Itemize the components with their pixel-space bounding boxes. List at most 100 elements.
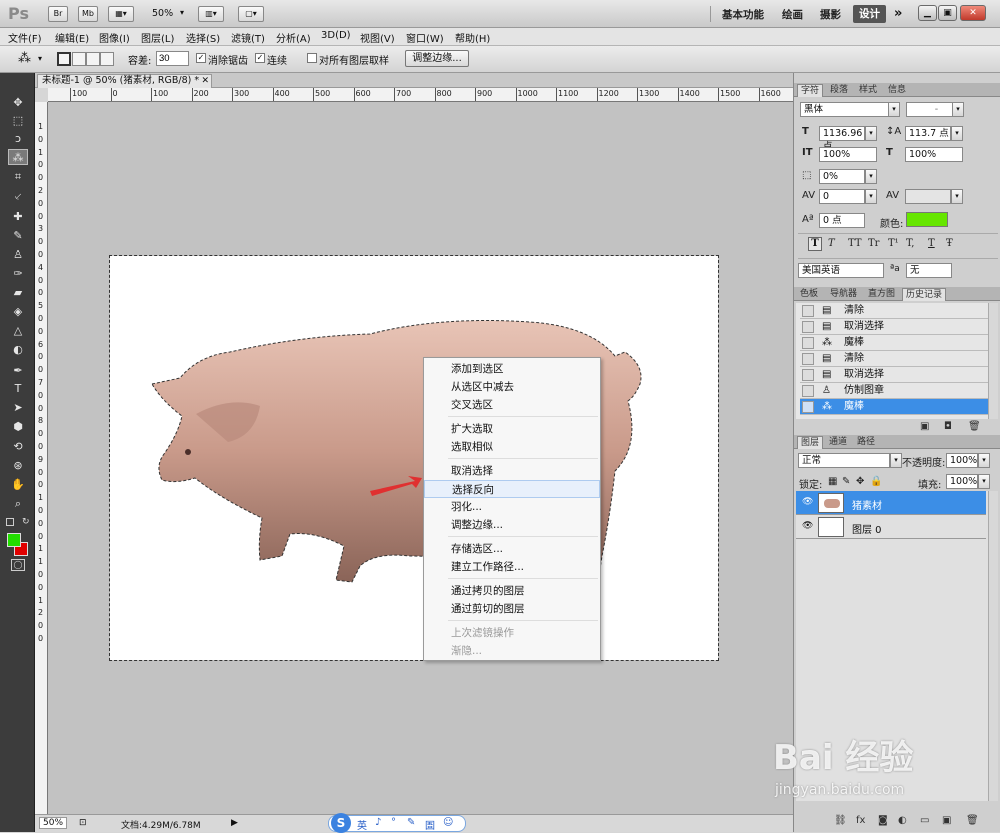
font-family-select[interactable]: 黑体 [800, 102, 893, 117]
history-item[interactable]: ▤ 取消选择 [800, 319, 988, 335]
chevron-down-icon[interactable]: ▾ [978, 474, 990, 489]
snapshot-checkbox[interactable] [802, 385, 814, 397]
lasso-tool-icon[interactable]: ↄ [8, 131, 28, 147]
chevron-down-icon[interactable]: ▾ [951, 189, 963, 204]
shape-tool-icon[interactable]: ⬢ [8, 419, 28, 435]
menu-edit[interactable]: 编辑(E) [55, 30, 89, 45]
faux-bold-button[interactable]: T [808, 237, 822, 251]
font-size-input[interactable]: 1136.96 点 [819, 126, 865, 152]
menu-item-select-inverse[interactable]: 选择反向 [424, 480, 600, 498]
chevron-down-icon[interactable]: ▾ [865, 189, 877, 204]
close-document-icon[interactable]: ✕ [201, 75, 209, 87]
tab-histogram[interactable]: 直方图 [865, 288, 898, 301]
lock-position-icon[interactable]: ✥ [856, 476, 864, 487]
new-selection-mode-icon[interactable] [57, 52, 71, 66]
history-item[interactable]: ▤ 清除 [800, 351, 988, 367]
menu-item-refine-edge[interactable]: 调整边缘... [424, 516, 600, 534]
refine-edge-button[interactable]: 调整边缘... [405, 50, 469, 67]
tab-swatches[interactable]: 色板 [797, 288, 821, 301]
menu-window[interactable]: 窗口(W) [406, 30, 444, 45]
menu-layer[interactable]: 图层(L) [141, 30, 174, 45]
workspace-design[interactable]: 设计 [853, 5, 886, 23]
tab-info[interactable]: 信息 [885, 84, 909, 97]
kerning-input[interactable]: 0 [819, 189, 865, 204]
small-caps-button[interactable]: Tr [868, 238, 879, 249]
minimize-button[interactable]: ▁ [918, 5, 937, 21]
menu-item-save-selection[interactable]: 存储选区... [424, 540, 600, 558]
chevron-down-icon[interactable]: ▾ [865, 126, 877, 141]
menu-filter[interactable]: 滤镜(T) [231, 30, 265, 45]
chevron-down-icon[interactable]: ▾ [978, 453, 990, 468]
tab-layers[interactable]: 图层 [797, 436, 824, 449]
menu-image[interactable]: 图像(I) [99, 30, 130, 45]
menu-item-intersect-selection[interactable]: 交叉选区 [424, 396, 600, 414]
clone-stamp-tool-icon[interactable]: ♙ [8, 247, 28, 263]
view-extras-button[interactable]: ▦▾ [108, 6, 134, 22]
layer-name[interactable]: 图层 0 [852, 521, 882, 536]
more-workspaces-icon[interactable]: » [894, 6, 902, 21]
menu-item-feather[interactable]: 羽化... [424, 498, 600, 516]
ime-lang[interactable]: 英 [357, 817, 367, 832]
tab-history[interactable]: 历史记录 [902, 288, 947, 301]
lock-all-icon[interactable]: 🔒 [870, 476, 882, 487]
faux-italic-button[interactable]: T [828, 238, 835, 249]
tracking-input[interactable] [905, 189, 951, 204]
tab-paths[interactable]: 路径 [854, 436, 878, 449]
menu-view[interactable]: 视图(V) [360, 30, 395, 45]
superscript-button[interactable]: T¹ [888, 238, 899, 249]
tab-character[interactable]: 字符 [797, 84, 824, 97]
menu-item-similar[interactable]: 选取相似 [424, 438, 600, 456]
type-tool-icon[interactable]: T [8, 381, 28, 397]
paint-bucket-tool-icon[interactable]: ◈ [8, 304, 28, 320]
leading-input[interactable]: 113.7 点 [905, 126, 951, 141]
menu-file[interactable]: 文件(F) [8, 30, 42, 45]
path-selection-tool-icon[interactable]: ➤ [8, 400, 28, 416]
layer-row[interactable]: 👁 图层 0 [796, 515, 986, 539]
workspace-painting[interactable]: 绘画 [782, 7, 803, 22]
workspace-essentials[interactable]: 基本功能 [722, 7, 764, 22]
chevron-down-icon[interactable]: ▾ [888, 102, 900, 117]
pen-tool-icon[interactable]: ✒ [8, 363, 28, 379]
blur-tool-icon[interactable]: △ [8, 323, 28, 339]
lock-transparency-icon[interactable]: ▦ [828, 476, 837, 487]
visibility-eye-icon[interactable]: 👁 [802, 497, 813, 507]
mini-bridge-button[interactable]: Mb [78, 6, 98, 22]
chevron-down-icon[interactable]: ▾ [865, 169, 877, 184]
lock-image-icon[interactable]: ✎ [842, 476, 850, 487]
ime-skin-icon[interactable]: ☺ [443, 817, 453, 828]
eraser-tool-icon[interactable]: ▰ [8, 285, 28, 301]
close-button[interactable]: ✕ [960, 5, 986, 21]
layer-row-selected[interactable]: 👁 猪素材 [796, 491, 986, 515]
menu-item-layer-via-copy[interactable]: 通过拷贝的图层 [424, 582, 600, 600]
underline-button[interactable]: T [928, 238, 935, 249]
snapshot-checkbox[interactable] [802, 369, 814, 381]
3d-orbit-tool-icon[interactable]: ⊛ [8, 458, 28, 474]
horizontal-scale-input[interactable]: 100% [905, 147, 963, 162]
ime-toolbox-icon[interactable]: 圄 [425, 817, 435, 832]
add-selection-mode-icon[interactable] [72, 52, 86, 66]
default-colors-icon[interactable] [6, 518, 14, 526]
ime-punct-icon[interactable]: ° [391, 817, 396, 828]
status-arrow-icon[interactable]: ▶ [231, 818, 238, 828]
eyedropper-tool-icon[interactable]: ⸔ [8, 189, 28, 205]
quick-mask-icon[interactable]: ◯ [11, 559, 25, 571]
dodge-tool-icon[interactable]: ◐ [8, 342, 28, 358]
new-document-from-state-icon[interactable]: ▣ [920, 421, 929, 432]
hand-tool-icon[interactable]: ✋ [8, 477, 28, 493]
move-tool-icon[interactable]: ✥ [8, 95, 28, 111]
document-canvas[interactable] [109, 255, 719, 661]
chevron-down-icon[interactable]: ▾ [952, 102, 964, 117]
brush-tool-icon[interactable]: ✎ [8, 228, 28, 244]
strikethrough-button[interactable]: Ŧ [946, 238, 953, 249]
zoom-level-dropdown[interactable]: 50% [152, 8, 173, 19]
tab-paragraph[interactable]: 段落 [827, 84, 851, 97]
chevron-down-icon[interactable]: ▾ [38, 54, 42, 63]
zoom-tool-icon[interactable]: ⌕ [8, 496, 28, 512]
visibility-eye-icon[interactable]: 👁 [802, 521, 813, 531]
menu-item-layer-via-cut[interactable]: 通过剪切的图层 [424, 600, 600, 618]
history-item[interactable]: ▤ 取消选择 [800, 367, 988, 383]
chevron-down-icon[interactable]: ▾ [951, 126, 963, 141]
sample-all-layers-checkbox[interactable] [307, 53, 317, 63]
ime-handwrite-icon[interactable]: ✎ [407, 817, 415, 828]
document-tab[interactable]: 未标题-1 @ 50% (猪素材, RGB/8) * ✕ [37, 74, 212, 88]
